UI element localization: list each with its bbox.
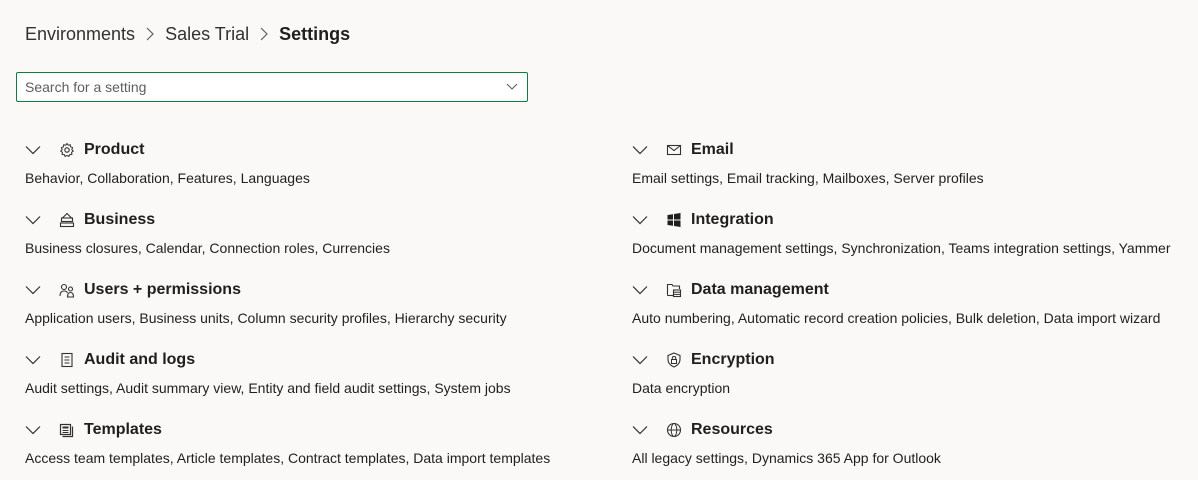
search-input[interactable] <box>17 73 497 101</box>
group-audit-logs: Audit and logs Audit settings, Audit sum… <box>25 348 595 396</box>
group-business: Business Business closures, Calendar, Co… <box>25 208 595 256</box>
group-description: Behavior, Collaboration, Features, Langu… <box>25 170 310 186</box>
chevron-down-icon[interactable] <box>632 282 648 298</box>
template-icon <box>59 422 75 438</box>
chevron-down-icon[interactable] <box>632 422 648 438</box>
chevron-down-icon[interactable] <box>632 352 648 368</box>
gear-icon <box>59 142 75 158</box>
globe-icon <box>666 422 682 438</box>
chevron-down-icon[interactable] <box>25 142 41 158</box>
database-icon <box>666 282 682 298</box>
breadcrumb: Environments Sales Trial Settings <box>25 22 350 46</box>
group-templates: Templates Access team templates, Article… <box>25 418 595 466</box>
group-title: Encryption <box>691 351 775 368</box>
breadcrumb-environments[interactable]: Environments <box>25 24 135 45</box>
group-description: Audit settings, Audit summary view, Enti… <box>25 380 511 396</box>
windows-icon <box>666 212 682 228</box>
group-description: Business closures, Calendar, Connection … <box>25 240 390 256</box>
group-description: Application users, Business units, Colum… <box>25 310 507 326</box>
clipboard-icon <box>59 352 75 368</box>
group-email-header[interactable]: Email <box>632 138 1198 162</box>
group-resources: Resources All legacy settings, Dynamics … <box>632 418 1198 466</box>
group-business-header[interactable]: Business <box>25 208 595 232</box>
group-integration-header[interactable]: Integration <box>632 208 1198 232</box>
breadcrumb-sales-trial[interactable]: Sales Trial <box>165 24 249 45</box>
chevron-down-icon[interactable] <box>632 212 648 228</box>
group-data-management-header[interactable]: Data management <box>632 278 1198 302</box>
group-title: Business <box>84 211 156 228</box>
group-title: Data management <box>691 281 829 298</box>
chevron-down-icon[interactable] <box>632 142 648 158</box>
group-description: Email settings, Email tracking, Mailboxe… <box>632 170 984 186</box>
group-title: Users + permissions <box>84 281 241 298</box>
group-description: Access team templates, Article templates… <box>25 450 551 466</box>
group-resources-header[interactable]: Resources <box>632 418 1198 442</box>
group-encryption-header[interactable]: Encryption <box>632 348 1198 372</box>
group-description: Auto numbering, Automatic record creatio… <box>632 310 1161 326</box>
page-title: Settings <box>279 23 351 44</box>
group-templates-header[interactable]: Templates <box>25 418 595 442</box>
group-users-permissions-header[interactable]: Users + permissions <box>25 278 595 302</box>
group-audit-logs-header[interactable]: Audit and logs <box>25 348 595 372</box>
group-product-header[interactable]: Product <box>25 138 595 162</box>
group-integration: Integration Document management settings… <box>632 208 1198 256</box>
business-icon <box>59 212 75 228</box>
group-title: Integration <box>691 211 774 228</box>
group-users-permissions: Users + permissions Application users, B… <box>25 278 595 326</box>
chevron-down-icon[interactable] <box>25 352 41 368</box>
group-data-management: Data management Auto numbering, Automati… <box>632 278 1198 326</box>
group-description: Document management settings, Synchroniz… <box>632 240 1171 256</box>
group-title: Email <box>691 141 734 158</box>
group-description: Data encryption <box>632 380 731 396</box>
chevron-down-icon[interactable] <box>25 212 41 228</box>
group-description: All legacy settings, Dynamics 365 App fo… <box>632 450 941 466</box>
group-title: Resources <box>691 421 773 438</box>
group-title: Audit and logs <box>84 351 196 368</box>
chevron-down-icon[interactable] <box>497 73 527 101</box>
mail-icon <box>666 142 682 158</box>
people-icon <box>59 282 75 298</box>
group-title: Templates <box>84 421 162 438</box>
group-encryption: Encryption Data encryption <box>632 348 1198 396</box>
shield-lock-icon <box>666 352 682 368</box>
chevron-right-icon <box>145 27 155 41</box>
search-box[interactable] <box>16 72 528 102</box>
chevron-down-icon[interactable] <box>25 422 41 438</box>
chevron-right-icon <box>259 27 269 41</box>
chevron-down-icon[interactable] <box>25 282 41 298</box>
group-title: Product <box>84 141 145 158</box>
group-email: Email Email settings, Email tracking, Ma… <box>632 138 1198 186</box>
group-product: Product Behavior, Collaboration, Feature… <box>25 138 595 186</box>
